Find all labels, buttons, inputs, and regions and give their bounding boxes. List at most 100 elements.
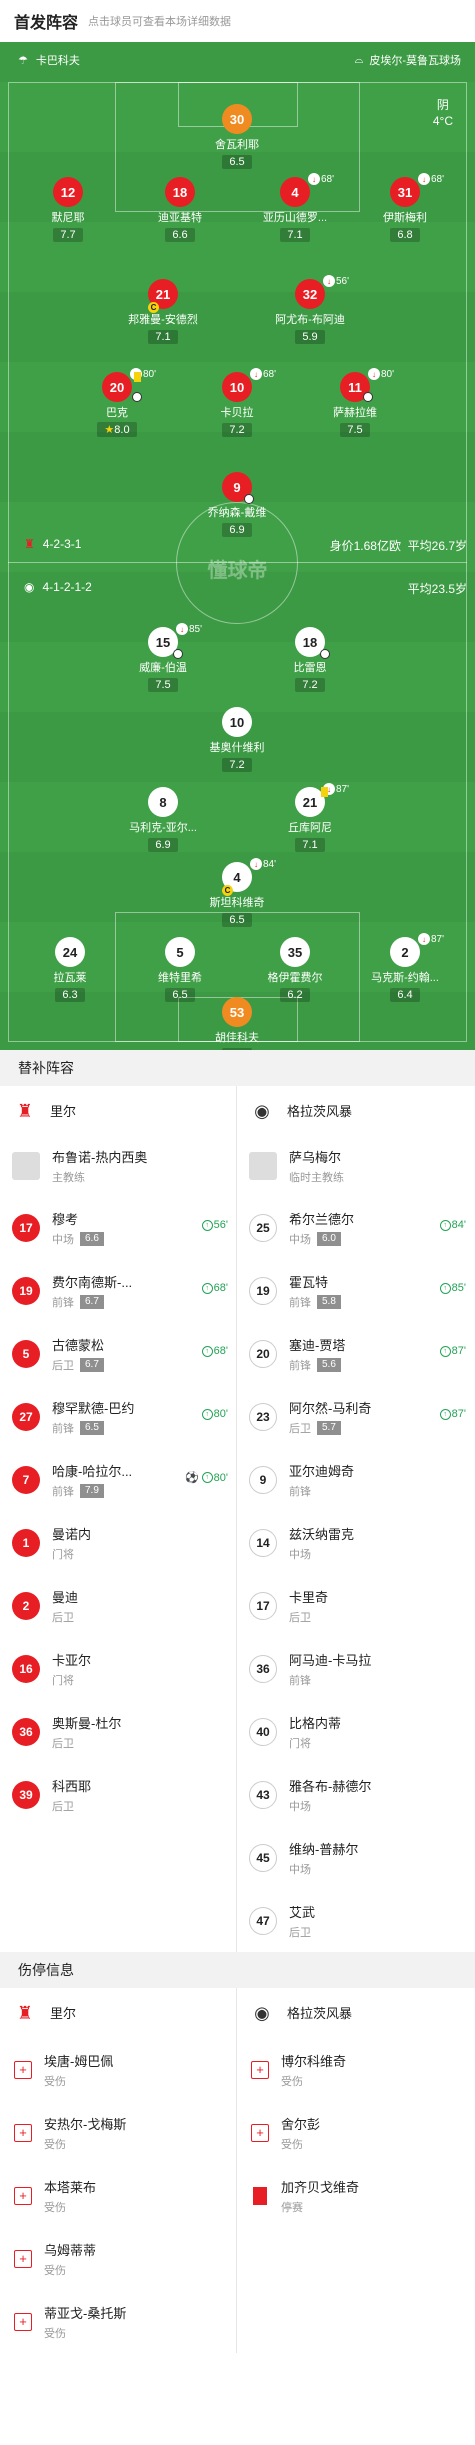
home-player[interactable]: 11 萨赫拉维 7.5 ↓ 80' xyxy=(300,368,410,438)
away-player[interactable]: 18 比雷恩 7.2 xyxy=(255,627,365,693)
injury-row[interactable]: 加齐贝戈维奇 停赛 xyxy=(237,2164,474,2227)
home-player[interactable]: 10 卡贝拉 7.2 ↓ 68' xyxy=(182,368,292,438)
injury-status: 受伤 xyxy=(281,2138,303,2151)
shirt-number: 8 xyxy=(148,787,178,817)
player-name: 邦雅曼-安德烈 xyxy=(128,314,198,326)
player-name: 霍瓦特 xyxy=(289,1274,329,1290)
sub-player-row[interactable]: 5 古德蒙松 后卫 6.7 ↑ 68' xyxy=(0,1322,236,1385)
player-rating: 6.3 xyxy=(55,988,85,1002)
sub-player-row[interactable]: 16 卡亚尔 门将 xyxy=(0,1637,236,1700)
shirt-number: 40 xyxy=(249,1717,277,1746)
injury-icon: + xyxy=(14,2186,32,2205)
home-injuries: ♜ 里尔 + 埃唐-姆巴佩 受伤 + 安热尔-戈梅斯 受伤 + 本塔莱布 受伤 + 乌姆蒂蒂 受伤 + 蒂… xyxy=(0,1988,237,2353)
sub-player-row[interactable]: 1 曼诺内 门将 xyxy=(0,1511,236,1574)
player-name: 伊斯梅利 xyxy=(383,212,427,224)
sub-player-row[interactable]: 47 艾武 后卫 xyxy=(237,1889,474,1952)
sub-player-row[interactable]: 36 阿马迪-卡马拉 前锋 xyxy=(237,1637,474,1700)
player-name: 奥斯曼-杜尔 xyxy=(52,1715,122,1731)
sub-player-row[interactable]: 45 维纳-普赫尔 中场 xyxy=(237,1826,474,1889)
away-player[interactable]: 24 拉瓦莱 6.3 xyxy=(15,937,125,1003)
shirt-number: 2 xyxy=(12,1591,40,1620)
sub-player-row[interactable]: 19 费尔南德斯-... 前锋 6.7 ↑ 68' xyxy=(0,1259,236,1322)
home-team-row[interactable]: ♜ 里尔 xyxy=(0,1086,236,1136)
sub-player-row[interactable]: 7 哈康-哈拉尔... 前锋 7.9 ⚽ ↑ 80' xyxy=(0,1448,236,1511)
away-player[interactable]: 2 马克斯-约翰... 6.4 ↓ 87' xyxy=(350,933,460,1003)
ball-icon xyxy=(132,392,142,402)
sub-player-row[interactable]: 43 雅各布-赫德尔 中场 xyxy=(237,1763,474,1826)
sub-player-row[interactable]: 9 亚尔迪姆奇 前锋 xyxy=(237,1448,474,1511)
injury-row[interactable]: + 安热尔-戈梅斯 受伤 xyxy=(0,2101,236,2164)
player-rating: 6.6 xyxy=(165,228,195,242)
home-coach-row[interactable]: 布鲁诺-热内西奥 主教练 xyxy=(0,1136,236,1196)
away-team-row[interactable]: ◉ 格拉茨风暴 xyxy=(237,1086,474,1136)
player-name: 舍瓦利耶 xyxy=(215,139,259,151)
injury-row[interactable]: + 博尔科维奇 受伤 xyxy=(237,2038,474,2101)
sub-player-row[interactable]: 27 穆罕默德-巴约 前锋 6.5 ↑ 80' xyxy=(0,1385,236,1448)
page-title: 首发阵容 xyxy=(14,15,79,32)
sub-on-badge: ⚽ ↑ 80' xyxy=(184,1471,228,1485)
injury-row[interactable]: + 乌姆蒂蒂 受伤 xyxy=(0,2227,236,2290)
home-player[interactable]: 12 默尼耶 7.7 xyxy=(13,177,123,243)
injury-status: 受伤 xyxy=(281,2075,303,2088)
away-player[interactable]: 35 格伊霍费尔 6.2 xyxy=(240,937,350,1003)
away-coach-row[interactable]: 萨乌梅尔 临时主教练 xyxy=(237,1136,474,1196)
home-player[interactable]: 31 伊斯梅利 6.8 ↓ 68' xyxy=(350,173,460,243)
sub-player-row[interactable]: 20 塞迪-贾塔 前锋 5.6 ↑ 87' xyxy=(237,1322,474,1385)
home-team-info: 身价1.68亿欧 平均26.7岁 xyxy=(329,539,467,553)
sub-player-row[interactable]: 17 卡里奇 后卫 xyxy=(237,1574,474,1637)
injury-row[interactable]: + 本塔莱布 受伤 xyxy=(0,2164,236,2227)
player-name: 阿尤布-布阿迪 xyxy=(275,314,345,326)
player-name: 比格内蒂 xyxy=(289,1715,342,1731)
home-player[interactable]: 9 乔纳森-戴维 6.9 xyxy=(182,472,292,538)
away-player[interactable]: 10 基奥什维利 7.2 xyxy=(182,707,292,773)
home-team-row[interactable]: ♜ 里尔 xyxy=(0,1988,236,2038)
injury-row[interactable]: + 埃唐-姆巴佩 受伤 xyxy=(0,2038,236,2101)
player-position: 中场 xyxy=(52,1233,74,1246)
away-player[interactable]: 4 斯坦科维奇 6.5 ↓ 84' xyxy=(182,858,292,928)
home-player[interactable]: 4 亚历山德罗... 7.1 ↓ 68' xyxy=(240,173,350,243)
away-team-row[interactable]: ◉ 格拉茨风暴 xyxy=(237,1988,474,2038)
sub-player-row[interactable]: 2 曼迪 后卫 xyxy=(0,1574,236,1637)
lineup-header: 首发阵容 点击球员可查看本场详细数据 xyxy=(0,0,475,42)
sub-player-row[interactable]: 23 阿尔然-马利奇 后卫 5.7 ↑ 87' xyxy=(237,1385,474,1448)
away-player[interactable]: 15 威廉-伯温 7.5 ↓ 85' xyxy=(108,623,218,693)
home-player[interactable]: 30 舍瓦利耶 6.5 xyxy=(182,104,292,170)
sub-in-icon: ↑ xyxy=(439,1408,451,1420)
injury-row[interactable]: + 舍尔彭 受伤 xyxy=(237,2101,474,2164)
red-card-icon xyxy=(253,2186,267,2205)
player-name: 比雷恩 xyxy=(293,662,327,674)
shirt-number: 19 xyxy=(249,1276,277,1305)
player-name: 穆罕默德-巴约 xyxy=(52,1400,135,1416)
injury-row[interactable]: + 蒂亚戈-桑托斯 受伤 xyxy=(0,2290,236,2353)
player-rating: 6.5 xyxy=(80,1420,104,1435)
away-player[interactable]: 53胡佳科夫7.1 xyxy=(182,997,292,1050)
home-player[interactable]: 18 迪亚基特 6.6 xyxy=(125,177,235,243)
sub-player-row[interactable]: 25 希尔兰德尔 中场 6.0 ↑ 84' xyxy=(237,1196,474,1259)
injury-status: 停赛 xyxy=(281,2201,303,2214)
away-player[interactable]: 5 维特里希 6.5 xyxy=(125,937,235,1003)
away-player[interactable]: 8 马利克-亚尔... 6.9 xyxy=(108,787,218,853)
sub-on-badge: ↑ 84' xyxy=(439,1219,466,1231)
sub-player-row[interactable]: 40 比格内蒂 门将 xyxy=(237,1700,474,1763)
shirt-number: 43 xyxy=(249,1780,277,1809)
player-name: 胡佳科夫 xyxy=(215,1032,259,1044)
sub-player-row[interactable]: 14 兹沃纳雷克 中场 xyxy=(237,1511,474,1574)
home-player[interactable]: 32 阿尤布-布阿迪 5.9 ↓ 56' xyxy=(255,275,365,345)
away-player[interactable]: 21 丘库阿尼 7.1 ↓ 87' xyxy=(255,783,365,853)
sub-player-row[interactable]: 39 科西耶 后卫 xyxy=(0,1763,236,1826)
player-position: 后卫 xyxy=(52,1359,74,1372)
sub-off-badge: ↓ 56' xyxy=(323,275,349,287)
sub-player-row[interactable]: 17 穆考 中场 6.6 ↑ 56' xyxy=(0,1196,236,1259)
sub-player-row[interactable]: 36 奥斯曼-杜尔 后卫 xyxy=(0,1700,236,1763)
sub-out-icon: ↓ xyxy=(176,623,188,635)
sub-out-icon: ↓ xyxy=(418,173,430,185)
player-name: 埃唐-姆巴佩 xyxy=(44,2053,114,2069)
player-position: 门将 xyxy=(52,1674,74,1687)
sub-player-row[interactable]: 19 霍瓦特 前锋 5.8 ↑ 85' xyxy=(237,1259,474,1322)
player-name: 萨赫拉维 xyxy=(333,407,377,419)
sub-on-badge: ↑ 80' xyxy=(201,1408,228,1420)
shirt-number: 10 xyxy=(222,707,252,737)
shirt-number: 20 xyxy=(102,372,132,402)
home-player[interactable]: 21 邦雅曼-安德烈 7.1 xyxy=(108,279,218,345)
home-player[interactable]: 20巴克★8.0↓80' xyxy=(62,368,172,438)
